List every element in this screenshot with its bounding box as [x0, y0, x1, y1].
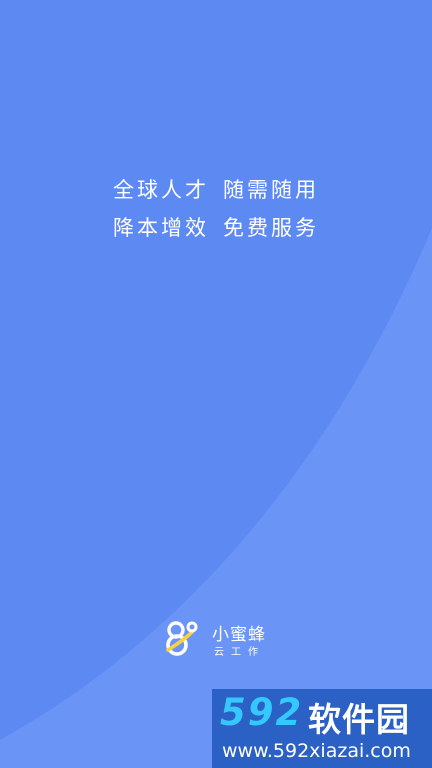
bee-logo-icon: [166, 621, 198, 656]
slogan-line-2-part-a: 降本增效: [113, 216, 209, 240]
watermark-url: www.592xiazai.com: [222, 740, 411, 762]
slogan-line-1-part-a: 全球人才: [113, 178, 209, 202]
watermark-number: 592: [220, 691, 304, 734]
slogan-line-2: 降本增效 免费服务: [0, 212, 432, 242]
site-watermark: 592 软件园 www.592xiazai.com: [212, 689, 432, 768]
brand-name: 小蜜蜂: [212, 625, 266, 645]
splash-screen: 全球人才 随需随用 降本增效 免费服务 小蜜蜂 云工作 592 软件园 www.59…: [0, 0, 432, 768]
slogan-line-1-part-b: 随需随用: [223, 178, 319, 202]
brand-logo: 小蜜蜂 云工作: [162, 616, 282, 660]
slogan-line-2-part-b: 免费服务: [223, 216, 319, 240]
watermark-site-name: 软件园: [308, 700, 410, 739]
brand-subtitle: 云工作: [214, 647, 265, 658]
slogan-line-1: 全球人才 随需随用: [0, 174, 432, 204]
